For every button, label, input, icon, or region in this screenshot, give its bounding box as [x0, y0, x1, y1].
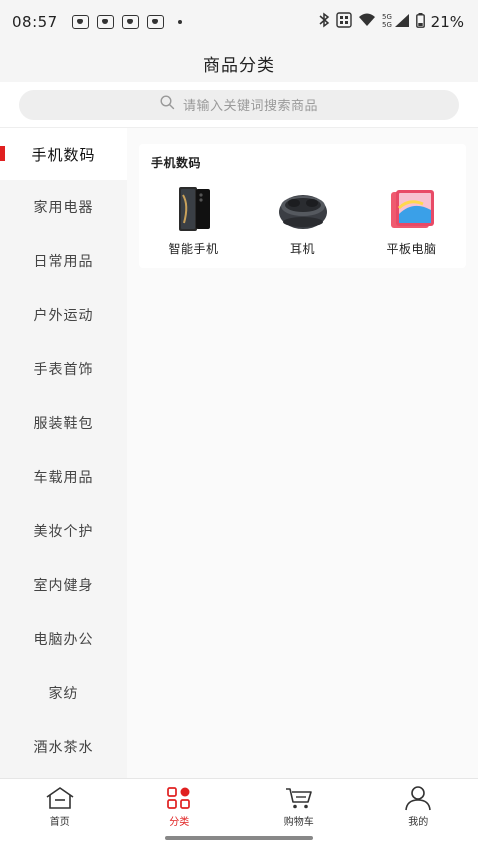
status-right: 5G 5G 21%: [318, 12, 464, 32]
tab-home[interactable]: 首页: [0, 779, 120, 829]
notification-icon: [71, 15, 89, 29]
header: 商品分类: [0, 44, 478, 82]
sidebar-item-car[interactable]: 车载用品: [0, 450, 127, 504]
wifi-icon: [358, 13, 376, 31]
sidebar-item-label: 手机数码: [31, 145, 96, 164]
sidebar-item-textiles[interactable]: 家纺: [0, 666, 127, 720]
sidebar-item-label: 家用电器: [33, 200, 94, 216]
home-icon: [45, 785, 75, 811]
bluetooth-icon: [318, 12, 330, 32]
battery-icon: [415, 12, 425, 32]
tab-label: 购物车: [283, 817, 314, 828]
status-bar: 08:57 5G 5G 21%: [0, 0, 478, 44]
home-indicator[interactable]: [165, 836, 313, 840]
status-time: 08:57: [12, 13, 58, 31]
sidebar-item-label: 美妆个护: [33, 524, 94, 540]
svg-text:5G: 5G: [382, 21, 392, 28]
sidebar-item-label: 户外运动: [33, 308, 94, 324]
section-title: 手机数码: [151, 156, 202, 170]
search-icon: [160, 95, 175, 114]
sidebar-item-label: 家纺: [48, 686, 79, 702]
user-icon: [403, 785, 433, 811]
notification-icon: [146, 15, 164, 29]
nfc-icon: [335, 12, 352, 32]
search-input[interactable]: 请输入关键词搜索商品: [19, 89, 459, 120]
sidebar-item-drinks[interactable]: 酒水茶水: [0, 720, 127, 774]
notification-icon: [96, 15, 114, 29]
tab-cart[interactable]: 购物车: [239, 779, 359, 829]
category-content: 手机数码 智能手机 耳机 平板电脑: [127, 128, 478, 778]
bottom-tab-bar: 首页 分类 购物车 我的: [0, 778, 478, 850]
product-item-smartphone[interactable]: 智能手机: [139, 184, 248, 257]
sidebar-item-label: 电脑办公: [33, 632, 94, 648]
battery-percent: 21%: [430, 13, 464, 31]
sidebar-item-label: 手表首饰: [33, 362, 94, 378]
search-placeholder: 请输入关键词搜索商品: [182, 99, 318, 114]
tab-label: 首页: [49, 817, 70, 828]
signal-5g-icon: 5G 5G: [382, 12, 410, 32]
tab-profile[interactable]: 我的: [359, 779, 478, 829]
page-title: 商品分类: [203, 55, 275, 76]
tab-label: 我的: [408, 817, 429, 828]
smartphone-image: [164, 184, 224, 234]
sidebar-item-label: 车载用品: [33, 470, 94, 486]
cart-icon: [284, 785, 314, 811]
sidebar-item-appliances[interactable]: 家用电器: [0, 180, 127, 234]
earbuds-image: [273, 184, 333, 234]
sidebar-item-apparel[interactable]: 服装鞋包: [0, 396, 127, 450]
product-item-tablet[interactable]: 平板电脑: [357, 184, 466, 257]
sidebar-item-beauty[interactable]: 美妆个护: [0, 504, 127, 558]
category-sidebar: 手机数码 家用电器 日常用品 户外运动 手表首饰 服装鞋包 车载用品 美妆个护 …: [0, 128, 127, 778]
subcategory-card: 手机数码 智能手机 耳机 平板电脑: [139, 144, 466, 268]
more-notifications-dot: [177, 20, 182, 24]
status-left: 08:57: [12, 13, 182, 31]
sidebar-item-office[interactable]: 电脑办公: [0, 612, 127, 666]
tab-list: 首页 分类 购物车 我的: [0, 779, 478, 829]
notification-icon: [121, 15, 139, 29]
sidebar-item-watches[interactable]: 手表首饰: [0, 342, 127, 396]
sidebar-item-outdoor[interactable]: 户外运动: [0, 288, 127, 342]
tablet-image: [382, 184, 442, 234]
sidebar-item-label: 服装鞋包: [33, 416, 94, 432]
product-item-earbuds[interactable]: 耳机: [248, 184, 357, 257]
sidebar-item-label: 酒水茶水: [33, 740, 94, 756]
search-bar-container: 请输入关键词搜索商品: [0, 82, 478, 128]
tab-label: 分类: [169, 817, 190, 828]
sidebar-item-fitness[interactable]: 室内健身: [0, 558, 127, 612]
sidebar-item-daily[interactable]: 日常用品: [0, 234, 127, 288]
product-grid: 智能手机 耳机 平板电脑: [139, 184, 466, 257]
tab-category[interactable]: 分类: [120, 779, 240, 829]
product-name: 智能手机: [168, 242, 219, 256]
category-icon: [164, 785, 194, 811]
product-name: 耳机: [289, 242, 315, 256]
product-name: 平板电脑: [386, 242, 437, 256]
sidebar-item-digital[interactable]: 手机数码: [0, 128, 127, 180]
sidebar-item-label: 日常用品: [33, 254, 94, 270]
svg-text:5G: 5G: [382, 13, 392, 21]
sidebar-item-label: 室内健身: [33, 578, 94, 594]
